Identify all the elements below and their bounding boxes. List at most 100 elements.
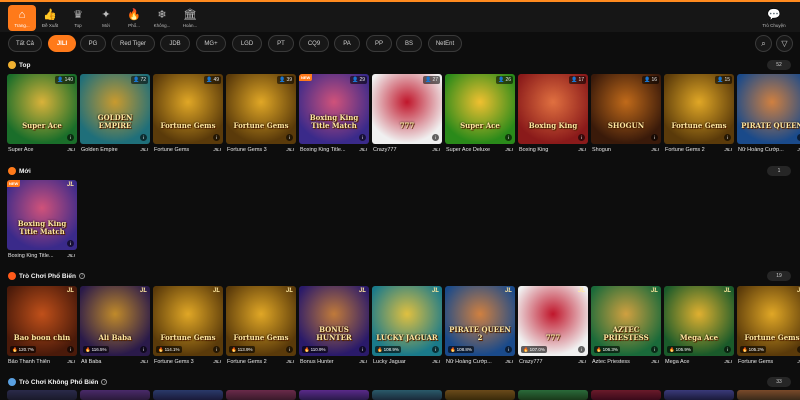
nav-item-0[interactable]: ⌂ Trang... [8,5,36,31]
game-thumbnail[interactable]: BONUS HUNTER JL 🔥 110.9% i [299,286,369,356]
section-top-count[interactable]: 52 [767,60,791,70]
info-icon[interactable]: ? [78,273,85,279]
provider-chip[interactable]: MG+ [196,35,226,52]
nav-item-3[interactable]: ✦ Mới [92,5,120,31]
game-thumbnail[interactable]: Fortune Gems JL 🔥 114.1% i [153,286,223,356]
game-card-partial[interactable] [445,390,515,400]
info-icon[interactable]: i [286,346,293,353]
info-icon[interactable]: i [432,134,439,141]
game-card-partial[interactable] [299,390,369,400]
info-icon[interactable]: ? [101,379,108,385]
game-thumbnail[interactable]: LUCKY JAGUAR JL 🔥 108.9% i [372,286,442,356]
game-card[interactable]: Boxing King Title Match NEW JL i Boxing King… [7,180,77,262]
game-card[interactable]: SHOGUN 👤 16 i Shogun JILI [591,74,661,156]
info-icon[interactable]: i [213,346,220,353]
game-card[interactable]: Boxing King 👤 17 i Boxing King JILI [518,74,588,156]
info-icon[interactable]: i [505,134,512,141]
provider-chip[interactable]: LGD [232,35,262,52]
game-thumbnail[interactable]: Bao boon chin JL 🔥 120.7% i [7,286,77,356]
provider-chip[interactable]: JDB [160,35,190,52]
game-thumbnail[interactable]: Super Ace 👤 140 i [7,74,77,144]
nav-item-5[interactable]: ❄ Không... [148,5,176,31]
game-thumbnail[interactable]: Ali Baba JL 🔥 116.5% i [80,286,150,356]
nav-item-6[interactable]: 🏛 Hoàn... [176,5,204,31]
game-thumbnail[interactable]: Boxing King Title Match NEW JL i [7,180,77,250]
game-thumbnail[interactable]: PIRATE QUEEN 2 JL 🔥 108.8% i [445,286,515,356]
provider-chip[interactable]: CQ9 [299,35,329,52]
filter-button[interactable]: ▽ [776,35,793,52]
search-button[interactable]: ⌕ [755,35,772,52]
game-card-partial[interactable] [591,390,661,400]
game-card[interactable]: Fortune Gems JL 🔥 114.1% i Fortune Gems 3 JILI [153,286,223,368]
info-icon[interactable]: i [67,346,74,353]
game-thumbnail[interactable]: Boxing King Title Match 👤 29 NEW i [299,74,369,144]
game-card[interactable]: AZTEC PRIESTESS JL 🔥 106.3% i Aztec Priestess… [591,286,661,368]
section-new-count[interactable]: 1 [767,166,791,176]
provider-chip[interactable]: BS [396,35,422,52]
info-icon[interactable]: i [724,134,731,141]
nav-item-1[interactable]: 👍 Đề Xuất [36,5,64,31]
info-icon[interactable]: i [140,134,147,141]
game-card-partial[interactable] [226,390,296,400]
info-icon[interactable]: i [651,134,658,141]
game-thumbnail[interactable]: SHOGUN 👤 16 i [591,74,661,144]
nav-item-4[interactable]: 🔥 Phổ... [120,5,148,31]
game-thumbnail[interactable]: AZTEC PRIESTESS JL 🔥 106.3% i [591,286,661,356]
provider-chip[interactable]: Red Tiger [111,35,155,52]
game-card[interactable]: Super Ace 👤 26 i Super Ace Deluxe JILI [445,74,515,156]
info-icon[interactable]: i [432,346,439,353]
game-card-partial[interactable] [372,390,442,400]
game-thumbnail[interactable]: Fortune Gems 👤 15 i [664,74,734,144]
game-card-partial[interactable] [518,390,588,400]
section-unpopular-count[interactable]: 33 [767,377,791,387]
game-thumbnail[interactable]: Boxing King 👤 17 i [518,74,588,144]
game-card-partial[interactable] [153,390,223,400]
game-card-partial[interactable] [737,390,800,400]
game-card[interactable]: Fortune Gems 👤 15 i Fortune Gems 2 JILI [664,74,734,156]
game-thumbnail[interactable]: Fortune Gems 👤 39 i [226,74,296,144]
info-icon[interactable]: i [505,346,512,353]
provider-chip[interactable]: PG [80,35,106,52]
game-card[interactable]: PIRATE QUEEN 2 JL 🔥 108.8% i Nữ Hoàng Cướp...… [445,286,515,368]
game-card[interactable]: 777 👤 27 i Crazy777 JILI [372,74,442,156]
game-card[interactable]: Ali Baba JL 🔥 116.5% i Ali Baba JILI [80,286,150,368]
game-card[interactable]: Bao boon chin JL 🔥 120.7% i Bảo Thanh Thiên JI… [7,286,77,368]
info-icon[interactable]: i [578,346,585,353]
info-icon[interactable]: i [578,134,585,141]
section-popular-count[interactable]: 19 [767,271,791,281]
game-thumbnail[interactable]: Super Ace 👤 26 i [445,74,515,144]
game-card[interactable]: Fortune Gems 👤 49 i Fortune Gems JILI [153,74,223,156]
game-card[interactable]: Fortune GemsJL🔥105.2%iFortune GemsJILI [737,286,800,368]
info-icon[interactable]: i [67,134,74,141]
game-thumbnail[interactable]: PIRATE QUEENi [737,74,800,144]
info-icon[interactable]: i [724,346,731,353]
game-card[interactable]: Fortune Gems JL 🔥 113.9% i Fortune Gems 2 JILI [226,286,296,368]
game-card[interactable]: Mega Ace JL 🔥 105.9% i Mega Ace JILI [664,286,734,368]
game-thumbnail[interactable]: Fortune Gems JL 🔥 113.9% i [226,286,296,356]
game-thumbnail[interactable]: Fortune Gems 👤 49 i [153,74,223,144]
game-card-partial[interactable] [80,390,150,400]
game-card-partial[interactable] [664,390,734,400]
game-thumbnail[interactable]: 777 👤 27 i [372,74,442,144]
nav-item-2[interactable]: ♛ Top [64,5,92,31]
info-icon[interactable]: i [359,134,366,141]
info-icon[interactable]: i [286,134,293,141]
game-card[interactable]: Super Ace 👤 140 i Super Ace JILI [7,74,77,156]
game-card[interactable]: LUCKY JAGUAR JL 🔥 108.9% i Lucky Jaguar JILI [372,286,442,368]
provider-chip[interactable]: NetEnt [428,35,462,52]
game-thumbnail[interactable]: 777 JL 🔥 107.0% i [518,286,588,356]
game-card[interactable]: Boxing King Title Match 👤 29 NEW i Boxing Kin… [299,74,369,156]
provider-chip[interactable]: Tất Cả [8,35,42,52]
game-card[interactable]: Fortune Gems 👤 39 i Fortune Gems 3 JILI [226,74,296,156]
info-icon[interactable]: i [67,240,74,247]
game-card[interactable]: BONUS HUNTER JL 🔥 110.9% i Bonus Hunter JILI [299,286,369,368]
info-icon[interactable]: i [651,346,658,353]
game-thumbnail[interactable]: GOLDEN EMPIRE 👤 72 i [80,74,150,144]
info-icon[interactable]: i [213,134,220,141]
info-icon[interactable]: i [359,346,366,353]
provider-chip[interactable]: PA [334,35,360,52]
game-card[interactable]: PIRATE QUEENiNữ Hoàng Cướp...JILI [737,74,800,156]
provider-chip[interactable]: PT [268,35,294,52]
game-thumbnail[interactable]: Mega Ace JL 🔥 105.9% i [664,286,734,356]
game-card[interactable]: 777 JL 🔥 107.0% i Crazy777 JILI [518,286,588,368]
